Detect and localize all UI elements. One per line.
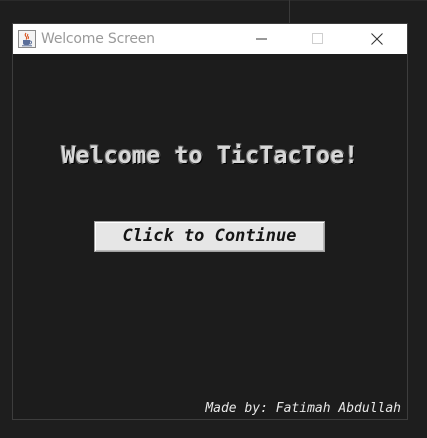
content-panel: Welcome to TicTacToe! Click to Continue … (13, 54, 407, 419)
window-title: Welcome Screen (41, 31, 155, 47)
desktop: Welcome Screen Welcome to TicTacToe! Cli… (0, 0, 427, 438)
minimize-button[interactable] (239, 24, 285, 54)
close-icon (371, 33, 383, 45)
credits-label: Made by: Fatimah Abdullah (205, 401, 401, 416)
minimize-icon (256, 38, 267, 40)
welcome-window: Welcome Screen Welcome to TicTacToe! Cli… (12, 23, 408, 420)
continue-button[interactable]: Click to Continue (94, 221, 325, 252)
welcome-heading: Welcome to TicTacToe! (61, 143, 359, 169)
java-cup-icon (18, 30, 36, 48)
background-divider (289, 0, 290, 23)
maximize-button[interactable] (295, 24, 341, 54)
background-divider (0, 0, 427, 1)
title-bar[interactable]: Welcome Screen (13, 24, 407, 54)
maximize-icon (312, 33, 323, 44)
close-button[interactable] (354, 24, 400, 54)
